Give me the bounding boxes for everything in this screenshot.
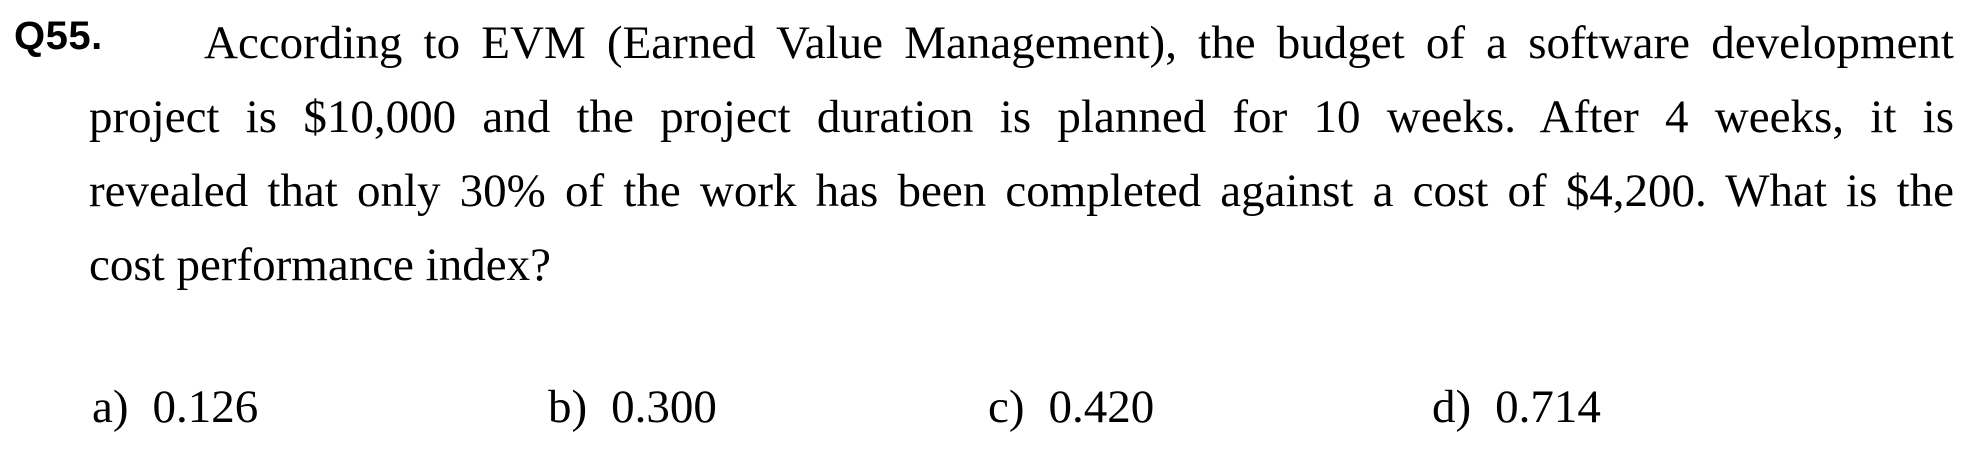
- option-d-letter: d): [1432, 381, 1472, 433]
- option-c[interactable]: c) 0.420: [988, 380, 1154, 434]
- question-line-4: cost performance index?: [89, 239, 551, 291]
- question-line-1: According to EVM (Earned Value Managemen…: [204, 17, 1954, 69]
- option-b[interactable]: b) 0.300: [548, 380, 717, 434]
- question-text: According to EVM (Earned Value Managemen…: [14, 6, 1954, 302]
- option-a-letter: a): [92, 381, 129, 433]
- question-number: Q55.: [14, 14, 103, 58]
- option-c-value: 0.420: [1048, 381, 1155, 433]
- option-d[interactable]: d) 0.714: [1432, 380, 1601, 434]
- question-line-3: revealed that only 30% of the work has b…: [89, 165, 1954, 217]
- option-c-letter: c): [988, 381, 1025, 433]
- option-a-value: 0.126: [152, 381, 259, 433]
- option-a[interactable]: a) 0.126: [92, 380, 258, 434]
- answer-options: a) 0.126 b) 0.300 c) 0.420 d) 0.714: [0, 380, 1967, 450]
- option-b-value: 0.300: [611, 381, 717, 433]
- question-line-2: project is $10,000 and the project durat…: [89, 91, 1954, 143]
- option-b-letter: b): [548, 381, 588, 433]
- question-block: Q55. According to EVM (Earned Value Mana…: [14, 6, 1954, 302]
- option-d-value: 0.714: [1495, 381, 1601, 433]
